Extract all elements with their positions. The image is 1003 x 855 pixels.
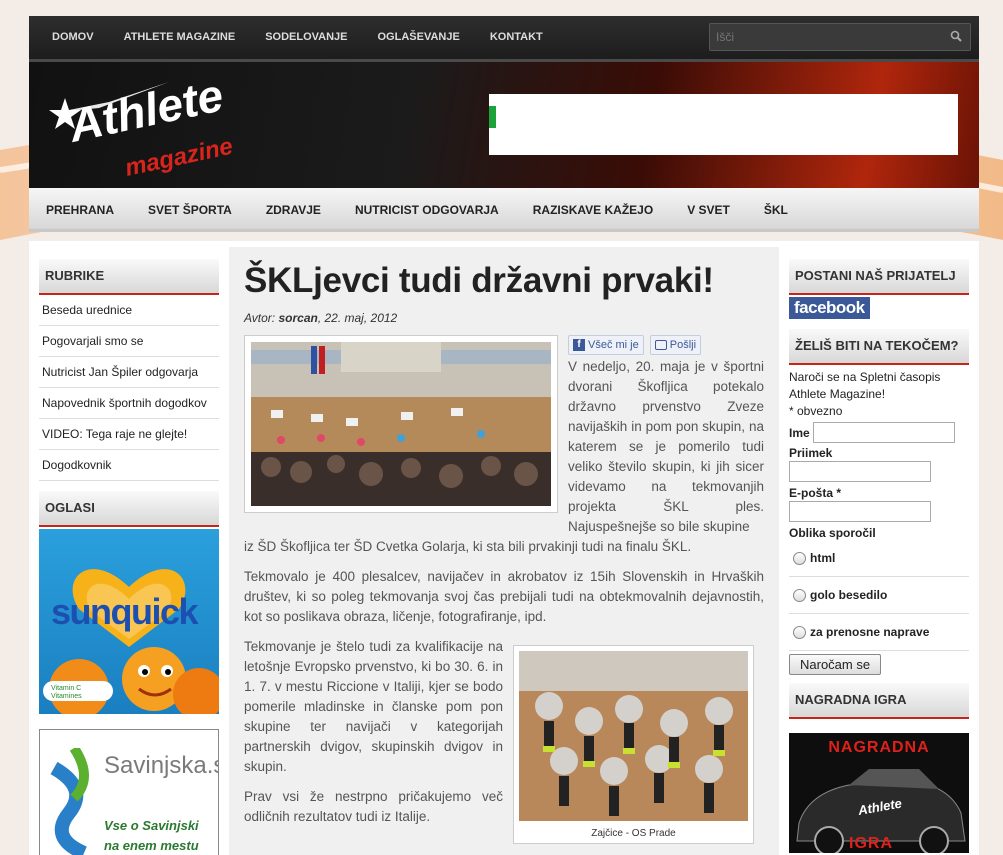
article-paragraph-2: Tekmovalo je 400 plesalcev, navijačev in…: [244, 569, 764, 624]
prize-heading: NAGRADNA IGRA: [789, 683, 969, 719]
topnav-item-oglasevanje[interactable]: OGLAŠEVANJE: [363, 16, 475, 58]
top-navigation: DOMOV ATHLETE MAGAZINE SODELOVANJE OGLAŠ…: [29, 16, 979, 62]
prize-game-ad[interactable]: NAGRADNA Athlete IGRA: [789, 733, 969, 853]
format-option-mobile[interactable]: za prenosne naprave: [789, 614, 969, 651]
rubrike-heading: RUBRIKE: [39, 259, 219, 295]
subscribe-button[interactable]: Naročam se: [789, 654, 882, 675]
send-button[interactable]: Pošlji: [649, 335, 702, 355]
sports-hall-photo: [251, 342, 551, 506]
site-header: Athlete magazine: [29, 62, 979, 188]
facebook-link[interactable]: facebook: [789, 297, 870, 319]
ime-field[interactable]: [812, 422, 955, 443]
article-photo-1[interactable]: [244, 335, 558, 513]
topnav-item-sodelovanje[interactable]: SODELOVANJE: [250, 16, 362, 58]
format-option-label: za prenosne naprave: [810, 625, 930, 639]
article-meta: Avtor: sorcan, 22. maj, 2012: [229, 301, 779, 325]
mainnav-item-zdravje[interactable]: ZDRAVJE: [249, 188, 338, 232]
format-option-html[interactable]: html: [789, 540, 969, 577]
article: ŠKLjevci tudi državni prvaki! Avtor: sor…: [229, 247, 779, 855]
like-label: Všeč mi je: [588, 339, 639, 351]
article-photo-2[interactable]: Zajčice - OS Prade: [513, 645, 754, 844]
rubrike-item[interactable]: Napovednik športnih dogodkov: [39, 388, 219, 419]
facebook-widget: facebook: [789, 297, 969, 319]
savinjska-logo-icon: [50, 748, 89, 855]
rubrike-item[interactable]: Pogovarjali smo se: [39, 326, 219, 357]
required-note: * obvezno: [789, 404, 843, 418]
page-wrapper: DOMOV ATHLETE MAGAZINE SODELOVANJE OGLAŠ…: [29, 16, 979, 855]
savinjska-ad[interactable]: Savinjska.si Vse o Savinjski na enem mes…: [39, 729, 219, 855]
rubrike-item[interactable]: Nutricist Jan Špiler odgovarja: [39, 357, 219, 388]
left-sidebar: RUBRIKE Beseda urednice Pogovarjali smo …: [39, 259, 219, 855]
format-option-plain[interactable]: golo besedilo: [789, 577, 969, 614]
author-label: Avtor:: [244, 311, 276, 325]
facebook-like-button[interactable]: f Všeč mi je: [568, 335, 644, 355]
mainnav-item-prehrana[interactable]: PREHRANA: [29, 188, 131, 232]
topnav-item-athlete-magazine[interactable]: ATHLETE MAGAZINE: [109, 16, 251, 58]
mainnav-item-nutricist-odgovarja[interactable]: NUTRICIST ODGOVARJA: [338, 188, 516, 232]
mainnav-item-raziskave-kazejo[interactable]: RAZISKAVE KAŽEJO: [516, 188, 670, 232]
savinjska-slogan-2: na enem mestu: [104, 838, 199, 853]
author-name[interactable]: sorcan: [278, 311, 317, 325]
oglasi-heading: OGLASI: [39, 491, 219, 527]
topnav-item-domov[interactable]: DOMOV: [37, 16, 109, 58]
speech-bubble-icon: [654, 340, 667, 350]
newsletter-description: Naroči se na Spletni časopis Athlete Mag…: [789, 370, 941, 401]
prize-ad-title-2: IGRA: [849, 835, 893, 852]
format-label: Oblika sporočil: [789, 526, 876, 540]
send-label: Pošlji: [669, 339, 697, 351]
article-paragraph-3: Tekmovanje je štelo tudi za kvalifikacij…: [244, 639, 503, 774]
ime-label: Ime: [789, 425, 810, 440]
newsletter-heading: ŽELIŠ BITI NA TEKOČEM?: [789, 329, 969, 365]
rubrike-item[interactable]: Beseda urednice: [39, 295, 219, 326]
main-navigation: PREHRANA SVET ŠPORTA ZDRAVJE NUTRICIST O…: [29, 188, 979, 232]
svg-text:magazine: magazine: [123, 133, 236, 182]
social-buttons: f Všeč mi je Pošlji: [568, 335, 702, 355]
eposta-label: E-pošta *: [789, 486, 842, 500]
svg-text:Vitamin C: Vitamin C: [51, 685, 81, 692]
banner-accent: [489, 106, 496, 128]
mainnav-item-v-svet[interactable]: V SVET: [670, 188, 747, 232]
cheerleaders-photo: [519, 651, 748, 821]
mainnav-item-skl[interactable]: ŠKL: [747, 188, 805, 232]
right-sidebar: POSTANI NAŠ PRIJATELJ facebook ŽELIŠ BIT…: [789, 259, 969, 853]
friend-heading: POSTANI NAŠ PRIJATELJ: [789, 259, 969, 295]
topnav-item-kontakt[interactable]: KONTAKT: [475, 16, 558, 58]
eposta-field[interactable]: [789, 501, 931, 522]
priimek-label: Priimek: [789, 446, 833, 460]
article-title: ŠKLjevci tudi državni prvaki!: [244, 261, 714, 300]
search-input[interactable]: [710, 24, 940, 50]
article-paragraph-1b: iz ŠD Škofljica ter ŠD Cvetka Golarja, k…: [244, 539, 692, 554]
header-banner-ad[interactable]: [489, 94, 958, 155]
search-box: [709, 23, 971, 51]
radio-button[interactable]: [793, 625, 806, 639]
prize-ad-title: NAGRADNA: [828, 739, 930, 756]
article-date: , 22. maj, 2012: [317, 311, 398, 325]
format-option-label: html: [810, 551, 836, 565]
content-area: RUBRIKE Beseda urednice Pogovarjali smo …: [29, 241, 979, 855]
rubrike-item[interactable]: VIDEO: Tega raje ne glejte!: [39, 419, 219, 450]
svg-text:Vitamines: Vitamines: [51, 693, 82, 700]
radio-button[interactable]: [793, 551, 806, 565]
article-paragraph-4: Prav vsi že nestrpno pričakujemo več odl…: [244, 789, 503, 824]
article-paragraph-1a: V nedeljo, 20. maja je v športni dvorani…: [568, 359, 764, 534]
format-option-label: golo besedilo: [810, 588, 888, 602]
photo-2-caption: Zajčice - OS Prade: [591, 828, 676, 839]
radio-button[interactable]: [793, 588, 806, 602]
sunquick-logo-text: sunquick: [51, 591, 199, 632]
search-icon[interactable]: [950, 30, 962, 45]
mainnav-item-svet-sporta[interactable]: SVET ŠPORTA: [131, 188, 249, 232]
savinjska-title: Savinjska.si: [104, 752, 219, 779]
rubrike-item[interactable]: Dogodkovnik: [39, 450, 219, 481]
facebook-icon: f: [573, 339, 585, 351]
savinjska-slogan-1: Vse o Savinjski: [104, 818, 199, 833]
priimek-field[interactable]: [789, 461, 931, 482]
athlete-magazine-logo[interactable]: Athlete magazine: [29, 62, 489, 188]
rubrike-list: Beseda urednice Pogovarjali smo se Nutri…: [39, 295, 219, 481]
sunquick-ad[interactable]: Vitamin C Vitamines sunquick: [39, 529, 219, 714]
